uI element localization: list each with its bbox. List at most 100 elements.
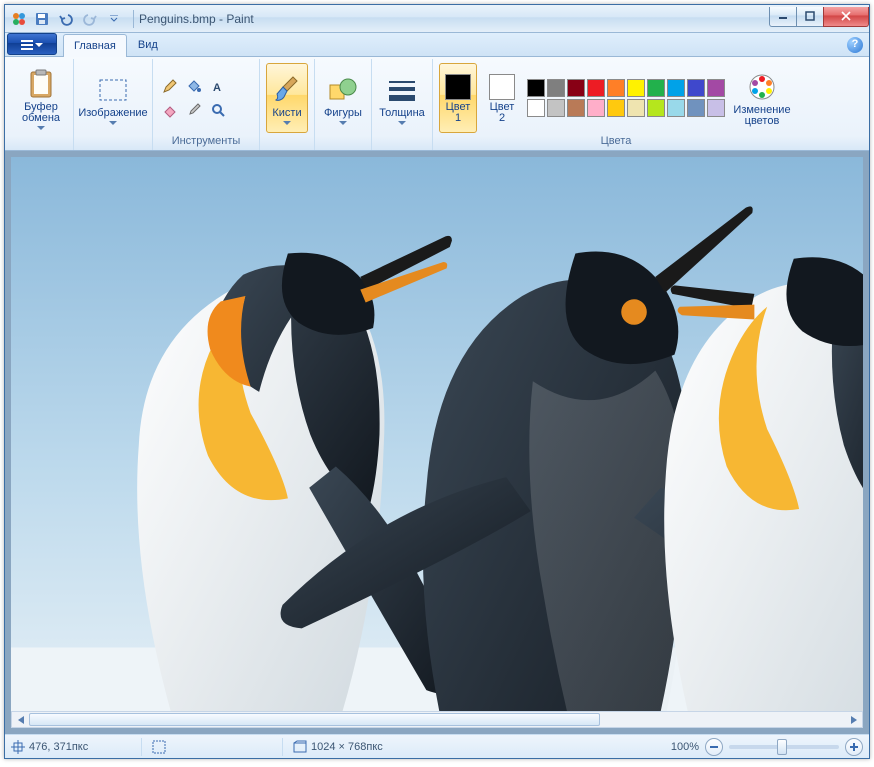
canvas-size-value: 1024 × 768пкс xyxy=(311,741,383,753)
scroll-left-button[interactable] xyxy=(12,712,29,727)
color-swatch[interactable] xyxy=(627,79,645,97)
redo-button[interactable] xyxy=(79,8,101,30)
chevron-down-icon xyxy=(283,121,291,125)
color-swatch[interactable] xyxy=(627,99,645,117)
color-swatch[interactable] xyxy=(647,99,665,117)
color-swatch[interactable] xyxy=(667,99,685,117)
color-swatch[interactable] xyxy=(567,79,585,97)
brushes-label: Кисти xyxy=(272,108,301,119)
zoom-value: 100% xyxy=(671,741,699,753)
color-swatch[interactable] xyxy=(527,99,545,117)
size-label: Толщина xyxy=(379,108,425,119)
shapes-label: Фигуры xyxy=(324,108,362,119)
zoom-slider[interactable] xyxy=(729,745,839,749)
color-swatch[interactable] xyxy=(707,99,725,117)
color-swatch[interactable] xyxy=(567,99,585,117)
paint-window: Penguins.bmp - Paint Главная Вид ? Буфер… xyxy=(4,4,870,759)
zoom-controls: 100% xyxy=(671,738,863,756)
selection-icon xyxy=(98,78,128,102)
scroll-track[interactable] xyxy=(29,712,845,727)
color2-button[interactable]: Цвет 2 xyxy=(483,63,521,133)
cursor-position: 476, 371пкс xyxy=(11,740,131,754)
fill-tool[interactable] xyxy=(183,75,205,97)
qat-customize[interactable] xyxy=(103,8,125,30)
chevron-down-icon xyxy=(37,126,45,130)
color-swatch[interactable] xyxy=(707,79,725,97)
tab-label: Вид xyxy=(138,39,158,51)
zoom-slider-thumb[interactable] xyxy=(777,739,787,755)
shapes-button[interactable]: Фигуры xyxy=(321,63,365,133)
color-swatch[interactable] xyxy=(587,99,605,117)
canvas[interactable] xyxy=(11,157,863,712)
brushes-button[interactable]: Кисти xyxy=(266,63,308,133)
scroll-thumb[interactable] xyxy=(29,713,600,726)
pencil-icon xyxy=(162,78,178,94)
maximize-button[interactable] xyxy=(796,7,824,27)
color1-swatch xyxy=(445,74,471,100)
brush-icon xyxy=(273,75,301,105)
help-button[interactable]: ? xyxy=(847,37,863,53)
color-swatch[interactable] xyxy=(687,99,705,117)
eraser-icon xyxy=(162,102,178,118)
clipboard-button[interactable]: Буфер обмена xyxy=(15,63,67,133)
crosshair-icon xyxy=(11,740,25,754)
image-label: Изображение xyxy=(78,108,147,119)
size-button[interactable]: Толщина xyxy=(378,63,426,133)
clipboard-label: Буфер обмена xyxy=(22,102,60,124)
color2-swatch xyxy=(489,74,515,100)
tab-home[interactable]: Главная xyxy=(63,34,127,57)
color-palette xyxy=(527,79,725,117)
cursor-position-value: 476, 371пкс xyxy=(29,741,88,753)
stroke-size-icon xyxy=(387,79,417,101)
horizontal-scrollbar[interactable] xyxy=(11,711,863,728)
work-area xyxy=(5,151,869,734)
save-button[interactable] xyxy=(31,8,53,30)
color2-label: Цвет 2 xyxy=(490,102,515,124)
magnifier-tool[interactable] xyxy=(207,99,229,121)
undo-button[interactable] xyxy=(55,8,77,30)
tools-grid: A xyxy=(159,75,253,121)
chevron-down-icon xyxy=(109,121,117,125)
color-swatch[interactable] xyxy=(587,79,605,97)
file-menu-button[interactable] xyxy=(7,33,57,55)
close-button[interactable] xyxy=(823,7,869,27)
zoom-out-button[interactable] xyxy=(705,738,723,756)
group-size: Толщина xyxy=(372,59,433,150)
window-title: Penguins.bmp - Paint xyxy=(139,12,254,26)
color1-label: Цвет 1 xyxy=(446,102,471,124)
selection-size-icon xyxy=(152,740,166,754)
tools-group-label: Инструменты xyxy=(159,135,253,150)
eraser-tool[interactable] xyxy=(159,99,181,121)
scroll-right-button[interactable] xyxy=(845,712,862,727)
clipboard-icon xyxy=(28,69,54,99)
color-swatch[interactable] xyxy=(647,79,665,97)
color-swatch[interactable] xyxy=(547,79,565,97)
color-swatch[interactable] xyxy=(547,99,565,117)
color-swatch[interactable] xyxy=(607,79,625,97)
group-colors: Цвет 1 Цвет 2 Изменение цветов xyxy=(433,59,799,150)
group-image: Изображение xyxy=(74,59,153,150)
bucket-icon xyxy=(186,78,202,94)
color-swatch[interactable] xyxy=(667,79,685,97)
tab-label: Главная xyxy=(74,40,116,52)
color1-button[interactable]: Цвет 1 xyxy=(439,63,477,133)
minimize-button[interactable] xyxy=(769,7,797,27)
pencil-tool[interactable] xyxy=(159,75,181,97)
text-tool[interactable]: A xyxy=(207,75,229,97)
color-swatch[interactable] xyxy=(607,99,625,117)
chevron-down-icon xyxy=(398,121,406,125)
edit-colors-button[interactable]: Изменение цветов xyxy=(731,63,793,133)
canvas-size: 1024 × 768пкс xyxy=(293,740,413,754)
zoom-in-button[interactable] xyxy=(845,738,863,756)
color-swatch[interactable] xyxy=(687,79,705,97)
status-bar: 476, 371пкс 1024 × 768пкс 100% xyxy=(5,734,869,758)
color-picker-tool[interactable] xyxy=(183,99,205,121)
selection-size xyxy=(152,740,272,754)
chevron-down-icon xyxy=(339,121,347,125)
image-select-button[interactable]: Изображение xyxy=(80,63,146,133)
edit-colors-label: Изменение цветов xyxy=(733,105,790,127)
app-icon xyxy=(11,11,27,27)
color-swatch[interactable] xyxy=(527,79,545,97)
edit-colors-icon xyxy=(748,73,776,101)
tab-view[interactable]: Вид xyxy=(127,33,169,56)
